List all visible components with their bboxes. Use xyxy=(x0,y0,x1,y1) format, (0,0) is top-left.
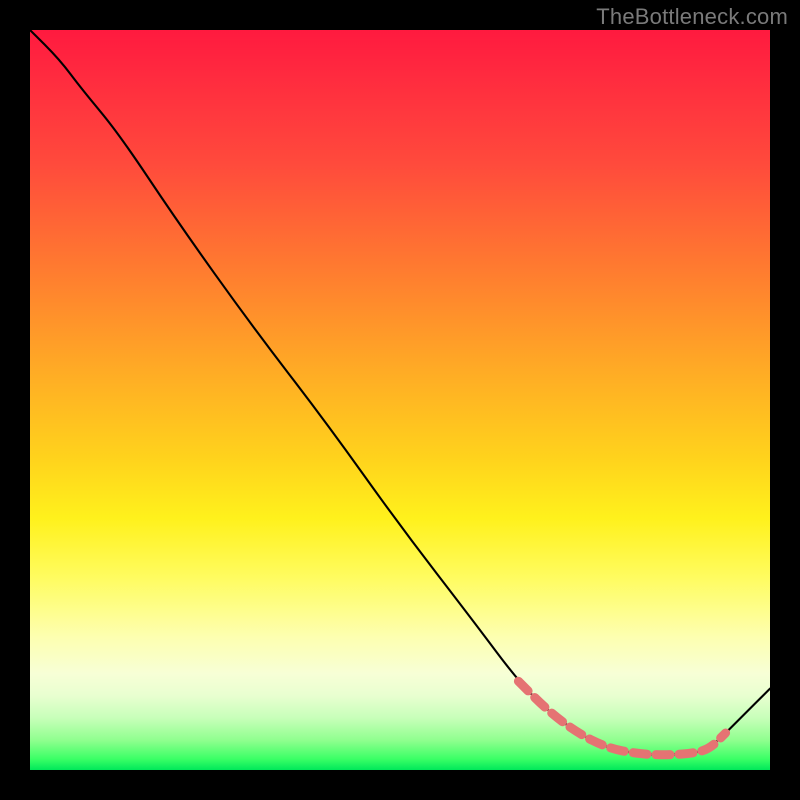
chart-frame: TheBottleneck.com xyxy=(0,0,800,800)
curve-layer xyxy=(30,30,770,770)
watermark-text: TheBottleneck.com xyxy=(596,4,788,30)
plot-area xyxy=(30,30,770,770)
optimal-range-dashes xyxy=(518,681,725,755)
bottleneck-curve xyxy=(30,30,770,755)
